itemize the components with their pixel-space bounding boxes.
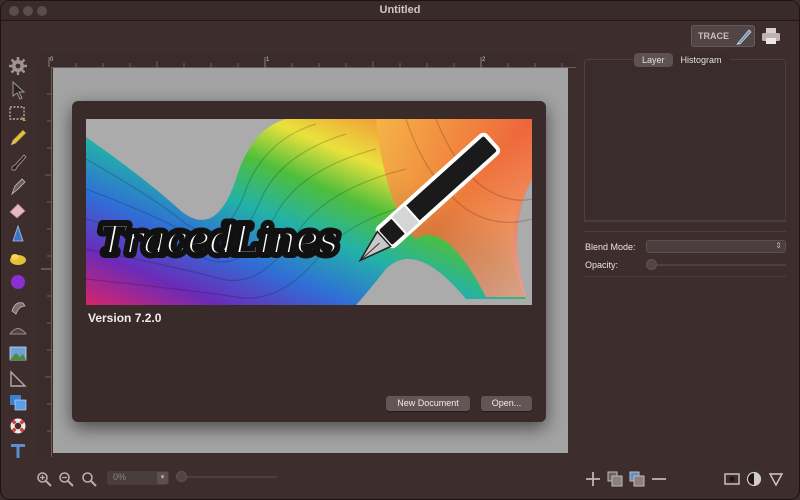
hat-icon[interactable]: [7, 319, 29, 341]
new-document-button[interactable]: New Document: [386, 396, 470, 411]
window-title: Untitled: [379, 4, 421, 16]
welcome-dialog: TracedLines TracedLines Version 7.2.0 Ne…: [72, 101, 546, 422]
version-label: Version 7.2.0: [88, 311, 162, 325]
trace-button-label: TRACE: [698, 31, 729, 41]
merge-layer-icon[interactable]: [629, 471, 645, 487]
blend-mode-label: Blend Mode:: [585, 242, 636, 252]
layer-panel: [584, 59, 786, 221]
selection-icon[interactable]: [7, 103, 29, 125]
stamp-icon[interactable]: [7, 295, 29, 317]
logo-text: TracedLines: [100, 218, 338, 262]
tab-histogram[interactable]: Histogram: [673, 53, 730, 67]
filter-icon[interactable]: [768, 471, 784, 487]
opacity-label: Opacity:: [585, 260, 619, 270]
zoom-slider-track[interactable]: [181, 476, 277, 478]
eraser-icon[interactable]: [7, 199, 29, 221]
zoom-fit-icon[interactable]: [81, 471, 97, 487]
brush-icon[interactable]: [7, 151, 29, 173]
pen-icon[interactable]: [7, 175, 29, 197]
remove-layer-icon[interactable]: [651, 471, 667, 487]
lifebuoy-icon[interactable]: [7, 415, 29, 437]
ruler-label: 0: [50, 57, 54, 63]
layers-icon[interactable]: [7, 391, 29, 413]
paint-bucket-icon[interactable]: [7, 223, 29, 245]
title-bar: Untitled: [1, 1, 799, 21]
blob-icon[interactable]: [7, 247, 29, 269]
horizontal-ruler: 0 1 2: [41, 53, 576, 68]
contrast-icon[interactable]: [746, 471, 762, 487]
zoom-value: 0%: [113, 472, 127, 482]
panel-splitter[interactable]: [584, 220, 786, 222]
layer-list: [584, 276, 786, 461]
panel-tabs: Layer Histogram: [634, 53, 730, 67]
pencil-icon[interactable]: [7, 127, 29, 149]
circle-icon[interactable]: [7, 271, 29, 293]
open-button[interactable]: Open...: [481, 396, 532, 411]
vertical-ruler: [37, 67, 52, 457]
chevron-updown-icon: ⇕: [775, 241, 782, 250]
tracedlines-logo: TracedLines TracedLines: [86, 119, 532, 305]
opacity-slider-handle[interactable]: [646, 259, 657, 270]
ruler-label: 1: [266, 57, 270, 63]
zoom-in-icon[interactable]: [36, 471, 52, 487]
chevron-down-icon[interactable]: ▾: [157, 472, 168, 484]
duplicate-layer-icon[interactable]: [607, 471, 623, 487]
mask-icon[interactable]: [724, 471, 740, 487]
app-banner: TracedLines TracedLines: [86, 119, 532, 305]
app-window: Untitled TRACE 0 1 2 TracedLines TracedL…: [0, 0, 800, 500]
opacity-slider-track[interactable]: [651, 264, 786, 266]
ruler-label: 2: [482, 57, 486, 63]
print-icon[interactable]: [761, 27, 781, 45]
arrow-icon[interactable]: [7, 79, 29, 101]
text-icon[interactable]: [7, 439, 29, 461]
gear-icon[interactable]: [7, 55, 29, 77]
zoom-slider-handle[interactable]: [176, 471, 187, 482]
zoom-out-icon[interactable]: [58, 471, 74, 487]
trace-pen-icon: [736, 29, 752, 45]
triangle-ruler-icon[interactable]: [7, 367, 29, 389]
add-layer-icon[interactable]: [585, 471, 601, 487]
tab-layer[interactable]: Layer: [634, 53, 673, 67]
divider: [584, 231, 786, 232]
image-icon[interactable]: [7, 343, 29, 365]
blend-mode-select[interactable]: ⇕: [646, 240, 786, 253]
